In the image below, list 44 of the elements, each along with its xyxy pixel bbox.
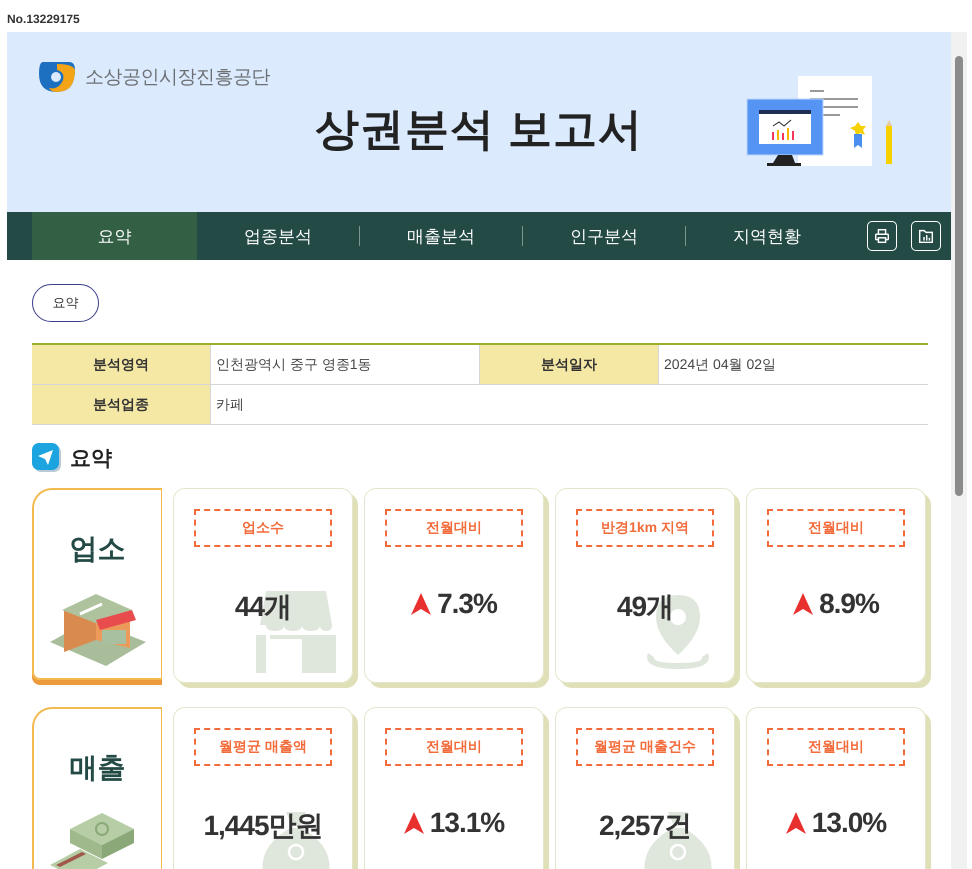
- nav-tab[interactable]: 업종분석: [197, 212, 359, 260]
- nav-tab[interactable]: 지역현황: [686, 212, 848, 260]
- nav-tab[interactable]: 매출분석: [360, 212, 522, 260]
- table-cell-text: 2024년 04월 02일: [663, 354, 778, 374]
- print-button[interactable]: [867, 221, 897, 251]
- stat-label: 전월대비: [767, 728, 905, 766]
- stat-label: 전월대비: [767, 509, 905, 547]
- table-header-cell: 분석일자: [480, 345, 659, 384]
- stat-value: 44개: [234, 590, 292, 624]
- stat-label: 월평균 매출액: [194, 728, 332, 766]
- up-arrow-icon: [404, 812, 424, 834]
- table-cell-text: 카페: [215, 394, 245, 414]
- scrollbar[interactable]: [951, 32, 967, 869]
- stat-value: 49개: [616, 590, 674, 624]
- category-title: 업소: [70, 532, 126, 566]
- print-icon: [873, 227, 891, 245]
- nav-tab[interactable]: 요약: [32, 212, 197, 260]
- stat-value: 1,445만원: [203, 809, 323, 843]
- document-number: No.13229175: [6, 11, 81, 28]
- stat-label: 전월대비: [385, 728, 523, 766]
- table-header-cell: 분석업종: [32, 385, 211, 424]
- stat-label: 반경1km 지역: [576, 509, 714, 547]
- section-title: 요약: [70, 446, 112, 472]
- chart-folder-icon: [917, 227, 935, 245]
- summary-button[interactable]: 요약: [32, 284, 99, 322]
- paper-plane-icon: [32, 443, 62, 473]
- stat-label: 전월대비: [385, 509, 523, 547]
- organization-name: 소상공인시장진흥공단: [85, 66, 270, 90]
- stat-value: 2,257건: [598, 809, 692, 843]
- stat-value: 7.3%: [437, 588, 497, 620]
- up-arrow-icon: [411, 593, 432, 615]
- nav-tab[interactable]: 인구분석: [523, 212, 685, 260]
- logo-icon: [37, 60, 77, 94]
- category-title: 매출: [70, 751, 126, 785]
- up-arrow-icon: [786, 812, 806, 834]
- stat-value: 13.0%: [812, 807, 886, 839]
- table-header-cell: 분석영역: [32, 345, 211, 384]
- report-title: 상권분석 보고서: [314, 104, 644, 156]
- stat-label: 월평균 매출건수: [576, 728, 714, 766]
- stat-value: 13.1%: [430, 807, 504, 839]
- up-arrow-icon: [793, 593, 814, 615]
- chart-report-button[interactable]: [911, 221, 941, 251]
- stat-value: 8.9%: [819, 588, 879, 620]
- stat-label: 업소수: [194, 509, 332, 547]
